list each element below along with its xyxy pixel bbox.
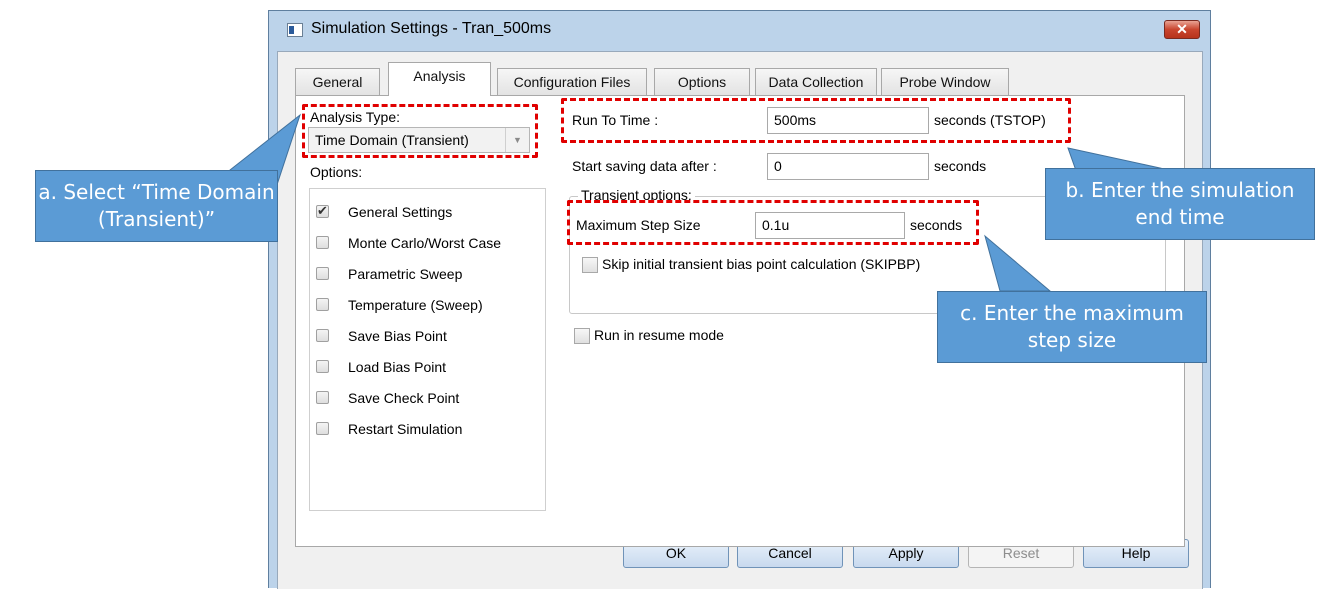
callout-c: c. Enter the maximum step size <box>937 291 1207 363</box>
callout-a: a. Select “Time Domain (Transient)” <box>35 170 278 242</box>
callout-c-pointer <box>984 234 1052 292</box>
callout-b: b. Enter the simulation end time <box>1045 168 1315 240</box>
